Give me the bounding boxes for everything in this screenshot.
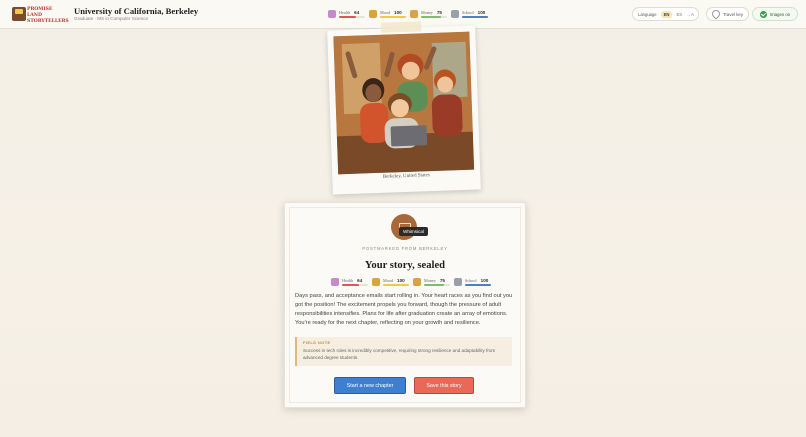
stat-value: 100 [394,10,402,15]
story-illustration [333,31,475,175]
program-subtitle: Graduate · MS in Computer Science [74,16,149,21]
stat-value: 100 [397,278,405,283]
stat-value: 75 [436,10,442,15]
stat-row: Money 75 [424,278,450,283]
header-stats: Health 64 Mood 100 Money 75 School 100 [328,8,488,20]
stat-value: 75 [439,278,445,283]
card-stat-school: School 100 [454,276,491,288]
stat-row: School 100 [462,10,488,15]
travel-key-button[interactable]: Travel key [706,7,749,21]
story-card: Whimsical POSTMARKED FROM BERKELEY Your … [284,202,526,408]
stat-label: Mood [383,278,394,283]
stat-label: Money [424,278,436,283]
stat-label: School [465,278,477,283]
images-toggle-label: Images on [769,11,791,17]
field-note: FIELD NOTE Success in tech roles is incr… [295,337,512,366]
stat-bar-fill [342,284,359,286]
postmark-text: POSTMARKED FROM BERKELEY [362,246,448,251]
stat-bar [465,284,491,286]
stat-value: 64 [357,278,363,283]
language-option-en[interactable]: EN [660,10,673,18]
language-label: Language [638,11,657,17]
stat-bar-fill [421,16,441,18]
stat-bar-fill [380,16,406,18]
school-icon [451,10,459,18]
pin-icon [710,8,722,20]
card-stat-mood: Mood 100 [372,276,409,288]
money-icon [410,10,418,18]
logo-text: PROMISE LAND STORYTELLERS [27,7,69,24]
mood-icon [372,278,380,286]
stat-bar-fill [424,284,444,286]
stat-label: Health [339,10,351,15]
university-title: University of California, Berkeley [74,6,199,16]
story-polaroid: Berkeley, United States [327,21,481,195]
stat-meta: School 100 [462,10,488,18]
stat-meta: Health 64 [339,10,365,18]
stat-label: Money [421,10,433,15]
card-stat-money: Money 75 [413,276,450,288]
stat-bar-fill [383,284,409,286]
card-stat-health: Health 64 [331,276,368,288]
language-toggle[interactable]: → A [686,12,694,17]
field-note-text: Success in tech roles is incredibly comp… [303,348,496,360]
stat-bar [383,284,409,286]
card-title: Your story, sealed [364,260,446,271]
story-text: Days pass, and acceptance emails start r… [295,293,513,326]
stat-row: Health 64 [339,10,365,15]
money-icon [413,278,421,286]
stat-bar-fill [339,16,356,18]
stat-meta: Money 75 [424,278,450,286]
field-note-label: FIELD NOTE [303,341,331,345]
stat-meta: School 100 [465,278,491,286]
mood-icon [369,10,377,18]
health-icon [331,278,339,286]
check-icon [759,10,767,18]
language-option-es[interactable]: ES [676,12,682,17]
stat-bar-fill [462,16,488,18]
stat-row: Mood 100 [383,278,409,283]
stat-row: School 100 [465,278,491,283]
stat-meta: Health 64 [342,278,368,286]
stat-meta: Money 75 [421,10,447,18]
stat-bar [462,16,488,18]
stat-bar [339,16,365,18]
save-story-button[interactable]: Save this story [414,377,474,394]
header-stat-money: Money 75 [410,8,447,20]
new-chapter-button[interactable]: Start a new chapter [334,377,406,394]
stat-bar [380,16,406,18]
header-stat-school: School 100 [451,8,488,20]
stat-value: 64 [354,10,360,15]
stat-row: Money 75 [421,10,447,15]
stat-meta: Mood 100 [380,10,406,18]
health-icon [328,10,336,18]
card-stats: Health 64 Mood 100 Money 75 School 100 [331,276,491,288]
header-stat-mood: Mood 100 [369,8,406,20]
travel-key-label: Travel key [722,11,744,17]
stat-row: Health 64 [342,278,368,283]
stat-label: Mood [380,10,391,15]
stat-bar-fill [465,284,491,286]
stat-label: School [462,10,474,15]
stat-meta: Mood 100 [383,278,409,286]
images-toggle-button[interactable]: Images on [752,7,798,21]
stat-value: 100 [480,278,489,283]
stat-bar [421,16,447,18]
stat-bar [424,284,450,286]
school-icon [454,278,462,286]
tape [380,21,422,33]
stat-bar [342,284,368,286]
stamp-tooltip: Whimsical [399,227,428,236]
language-switcher: Language EN ES → A [632,7,699,21]
friends-celebrating-illustration [333,31,475,175]
stat-row: Mood 100 [380,10,406,15]
stat-label: Health [342,278,354,283]
logo-icon [12,7,26,21]
stat-value: 100 [477,10,486,15]
header-stat-health: Health 64 [328,8,365,20]
